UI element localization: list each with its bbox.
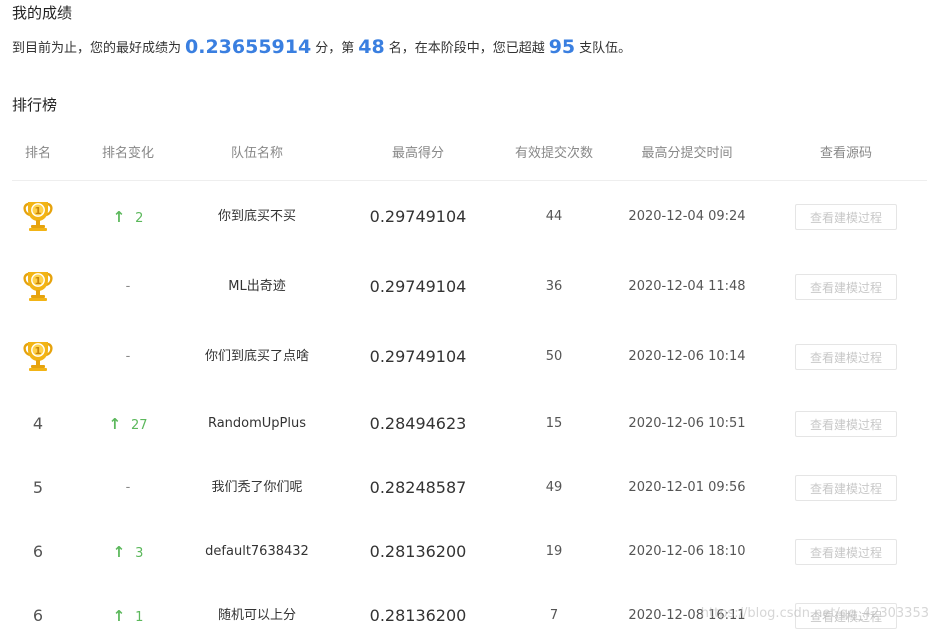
table-row: 1 - ML出奇迹 0.29749104 36 2020-12-04 11:48 查看建模过… xyxy=(12,267,927,307)
rank-cell: 5 xyxy=(32,478,44,497)
table-row: 6 ↑ 1 随机可以上分 0.28136200 7 2020-12-08 16:11 查看建模… xyxy=(12,596,927,636)
svg-text:1: 1 xyxy=(35,346,42,357)
table-row: 1 - 你们到底买了点啥 0.29749104 50 2020-12-06 10:14 查看… xyxy=(12,337,927,377)
submission-time-cell: 2020-12-04 09:24 xyxy=(628,209,746,224)
best-score-cell: 0.29749104 xyxy=(369,207,467,226)
rank-change-cell: - xyxy=(125,349,131,364)
team-name-cell: ML出奇迹 xyxy=(228,279,286,294)
submission-count-cell: 36 xyxy=(545,279,563,294)
rank-cell: 4 xyxy=(32,414,44,433)
submission-count-cell: 49 xyxy=(545,480,563,495)
view-source-cell: 查看建模过程 xyxy=(756,532,936,572)
rank-change-cell: ↑ 1 xyxy=(88,596,168,636)
summary-suffix: 支队伍。 xyxy=(579,41,632,56)
rank-cell: 1 xyxy=(12,337,64,377)
submission-count-cell: 19 xyxy=(545,544,563,559)
team-name-cell: 你们到底买了点啥 xyxy=(204,349,309,364)
best-score-cell: 0.28248587 xyxy=(369,478,467,497)
view-modeling-process-button[interactable]: 查看建模过程 xyxy=(795,204,897,230)
summary-prefix: 到目前为止，您的最好成绩为 xyxy=(12,41,182,56)
table-row: 4 ↑ 27 RandomUpPlus 0.28494623 15 2020-12-06 1… xyxy=(12,404,927,444)
arrow-up-icon: ↑ xyxy=(108,415,122,433)
submission-count-cell: 15 xyxy=(545,416,563,431)
score-summary: 到目前为止，您的最好成绩为 0.23655914 分，第 48 名，在本阶段中，您已超越… xyxy=(12,34,631,62)
svg-text:1: 1 xyxy=(35,206,42,217)
table-row: 5 - 我们秃了你们呢 0.28248587 49 2020-12-01 09:56 查看建… xyxy=(12,468,927,508)
view-source-cell: 查看建模过程 xyxy=(756,337,936,377)
best-score-cell: 0.28136200 xyxy=(369,606,467,625)
header-team-name: 队伍名称 xyxy=(230,146,283,161)
trophy-icon: 1 xyxy=(22,339,54,373)
rank-cell: 6 xyxy=(32,542,44,561)
header-rank: 排名 xyxy=(24,146,51,161)
view-modeling-process-button[interactable]: 查看建模过程 xyxy=(795,344,897,370)
rank-cell: 1 xyxy=(12,197,64,237)
table-row: 1 ↑ 2 你到底买不买 0.29749104 44 2020-12-04 09:24 查看建… xyxy=(12,197,927,237)
rank-change-cell: - xyxy=(125,480,131,495)
view-source-cell: 查看建模过程 xyxy=(756,197,936,237)
arrow-up-icon: ↑ xyxy=(112,543,126,561)
trophy-icon: 1 xyxy=(22,199,54,233)
rank-change-value: 27 xyxy=(131,418,148,433)
leaderboard-title: 排行榜 xyxy=(12,96,58,114)
submission-time-cell: 2020-12-06 10:51 xyxy=(628,416,746,431)
rank-change-cell: - xyxy=(125,279,131,294)
submission-time-cell: 2020-12-06 10:14 xyxy=(628,349,746,364)
view-source-cell: 查看建模过程 xyxy=(756,596,936,636)
header-submission-count: 有效提交次数 xyxy=(514,146,593,161)
surpassed-value: 95 xyxy=(548,36,576,58)
view-modeling-process-button[interactable]: 查看建模过程 xyxy=(795,274,897,300)
rank-change-value: 1 xyxy=(135,610,144,625)
submission-count-cell: 44 xyxy=(545,209,563,224)
rank-change-cell: ↑ 3 xyxy=(88,532,168,572)
view-modeling-process-button[interactable]: 查看建模过程 xyxy=(795,475,897,501)
header-best-score: 最高得分 xyxy=(391,146,444,161)
best-score-value: 0.23655914 xyxy=(185,36,312,58)
rank-cell: 6 xyxy=(32,606,44,625)
submission-time-cell: 2020-12-01 09:56 xyxy=(628,480,746,495)
team-name-cell: RandomUpPlus xyxy=(207,416,307,431)
rank-change-cell: ↑ 27 xyxy=(88,404,168,444)
submission-time-cell: 2020-12-04 11:48 xyxy=(628,279,746,294)
best-score-cell: 0.29749104 xyxy=(369,277,467,296)
team-name-cell: default7638432 xyxy=(205,544,309,559)
my-score-title: 我的成绩 xyxy=(12,4,73,22)
header-rank-change: 排名变化 xyxy=(101,146,154,161)
rank-change-cell: ↑ 2 xyxy=(88,197,168,237)
rank-value: 48 xyxy=(358,36,385,58)
team-name-cell: 你到底买不买 xyxy=(217,209,296,224)
view-source-cell: 查看建模过程 xyxy=(756,267,936,307)
summary-mid1: 分，第 xyxy=(315,41,355,56)
rank-change-value: 2 xyxy=(135,211,144,226)
header-view-source: 查看源码 xyxy=(819,146,872,161)
team-name-cell: 我们秃了你们呢 xyxy=(211,480,303,495)
best-score-cell: 0.28494623 xyxy=(369,414,467,433)
view-modeling-process-button[interactable]: 查看建模过程 xyxy=(795,603,897,629)
rank-change-value: 3 xyxy=(135,546,144,561)
best-score-cell: 0.29749104 xyxy=(369,347,467,366)
submission-count-cell: 50 xyxy=(545,349,563,364)
summary-mid2: 名，在本阶段中，您已超越 xyxy=(388,41,545,56)
team-name-cell: 随机可以上分 xyxy=(217,608,296,623)
view-source-cell: 查看建模过程 xyxy=(756,404,936,444)
rank-cell: 1 xyxy=(12,267,64,307)
best-score-cell: 0.28136200 xyxy=(369,542,467,561)
submission-time-cell: 2020-12-06 18:10 xyxy=(628,544,746,559)
view-modeling-process-button[interactable]: 查看建模过程 xyxy=(795,411,897,437)
trophy-icon: 1 xyxy=(22,269,54,303)
submission-count-cell: 7 xyxy=(549,608,559,623)
table-row: 6 ↑ 3 default7638432 0.28136200 19 2020-12-06 … xyxy=(12,532,927,572)
view-source-cell: 查看建模过程 xyxy=(756,468,936,508)
view-modeling-process-button[interactable]: 查看建模过程 xyxy=(795,539,897,565)
header-submission-time: 最高分提交时间 xyxy=(641,146,733,161)
leaderboard-header: 排名 排名变化 队伍名称 最高得分 有效提交次数 最高分提交时间 查看源码 xyxy=(12,140,927,181)
svg-text:1: 1 xyxy=(35,276,42,287)
arrow-up-icon: ↑ xyxy=(112,607,126,625)
arrow-up-icon: ↑ xyxy=(112,208,126,226)
submission-time-cell: 2020-12-08 16:11 xyxy=(628,608,746,623)
